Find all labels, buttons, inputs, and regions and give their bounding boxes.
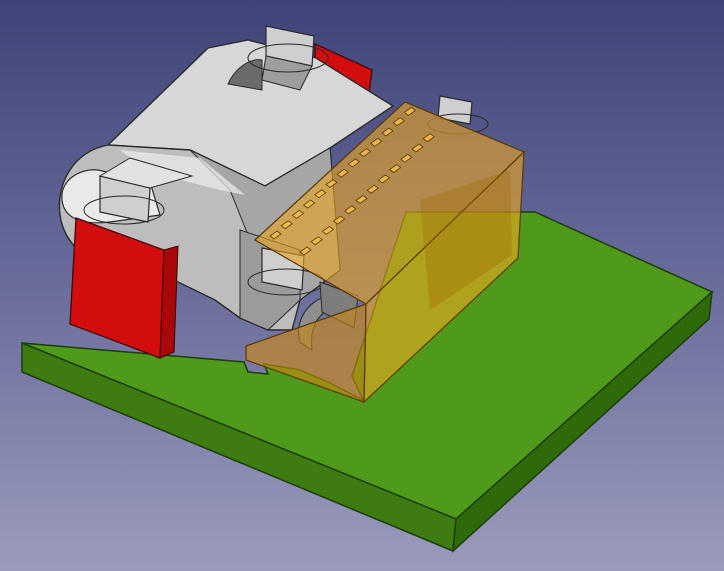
3d-viewport[interactable]	[0, 0, 724, 571]
usb-c-connector-model[interactable]	[0, 0, 724, 571]
